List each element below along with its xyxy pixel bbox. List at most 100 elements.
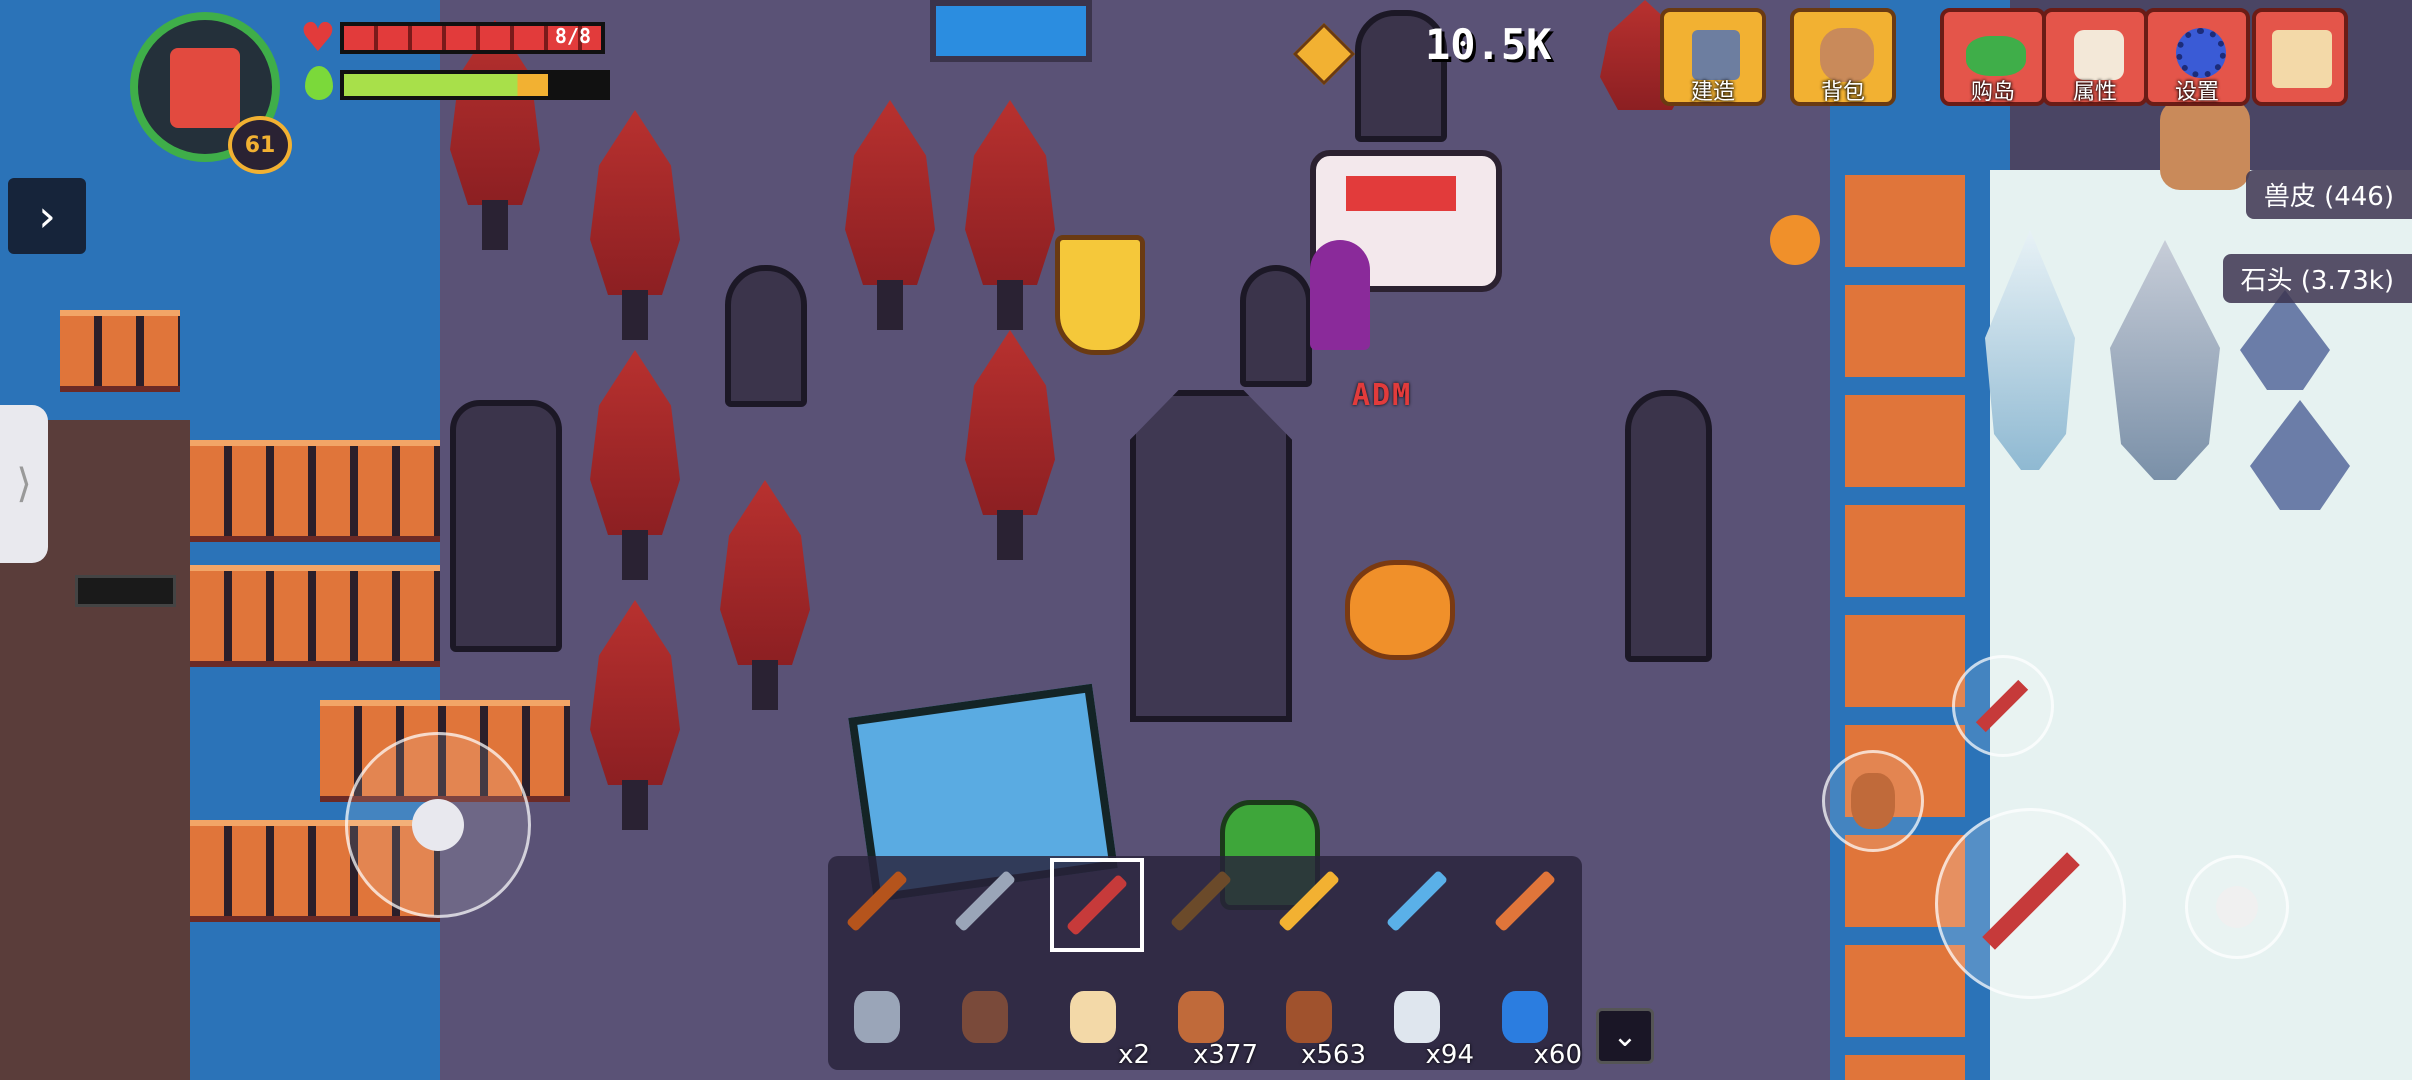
attack-button[interactable] xyxy=(1935,808,2126,999)
map-scroll-button[interactable] xyxy=(2252,8,2348,106)
weapon-slot[interactable] xyxy=(834,858,920,944)
energy-fill xyxy=(344,74,549,96)
item-slot[interactable] xyxy=(834,974,920,1060)
weapon-slot[interactable] xyxy=(1482,858,1568,944)
ice-staff-icon xyxy=(1385,869,1449,933)
backpack-button[interactable]: 背包 xyxy=(1790,8,1896,106)
coin-count: 10.5K xyxy=(1425,20,1552,69)
item-slot[interactable]: x94 xyxy=(1374,974,1474,1070)
red-tree xyxy=(440,20,550,250)
red-tree xyxy=(580,350,690,580)
dodge-button[interactable] xyxy=(2185,855,2289,959)
dash-icon xyxy=(2216,886,2258,928)
gravestone xyxy=(1625,390,1712,662)
health-bar: 8/8 xyxy=(340,22,605,54)
heart-icon: ♥ xyxy=(300,15,336,61)
settings-label: 设置 xyxy=(2174,80,2219,105)
chevron-right-icon: › xyxy=(38,190,56,242)
item-count: x377 xyxy=(1192,1040,1258,1070)
resource-hide-label: 兽皮 (446) xyxy=(2263,182,2394,212)
skull-stats-icon xyxy=(2074,30,2124,80)
item-slot[interactable]: x563 xyxy=(1266,974,1366,1070)
buy-island-label: 购岛 xyxy=(1970,80,2015,105)
item-slot[interactable]: x2 xyxy=(1050,974,1150,1070)
build-button[interactable]: 建造 xyxy=(1660,8,1766,106)
golden-spear-icon xyxy=(1277,869,1341,933)
item-count: x2 xyxy=(1118,1040,1150,1070)
side-drawer-handle[interactable]: ⟩ xyxy=(0,405,48,563)
red-tree xyxy=(710,480,820,710)
build-label: 建造 xyxy=(1690,80,1735,105)
item-slot[interactable]: x60 xyxy=(1482,974,1582,1070)
mini-progress xyxy=(75,575,176,607)
resource-hide: 兽皮 (446) xyxy=(2245,170,2412,219)
item-slot[interactable] xyxy=(942,974,1028,1060)
weapon-slot[interactable] xyxy=(1050,858,1144,952)
weapon-slot[interactable] xyxy=(1158,858,1244,944)
pumpkin[interactable] xyxy=(1345,560,1455,660)
hotbar: x2 x377 x563 x94 x60 ⌄ xyxy=(828,856,1654,1070)
pickaxe-icon xyxy=(845,869,909,933)
fence xyxy=(190,440,440,542)
virtual-joystick[interactable] xyxy=(345,732,531,918)
hammer-icon xyxy=(854,991,900,1043)
sword-icon xyxy=(1975,679,2029,733)
gear-icon xyxy=(2176,28,2226,78)
sword-icon xyxy=(1982,852,2080,950)
item-slot[interactable]: x377 xyxy=(1158,974,1258,1070)
pool xyxy=(930,0,1092,62)
weapon-slot[interactable] xyxy=(1266,858,1352,944)
fence xyxy=(190,565,440,667)
level-text: 61 xyxy=(244,132,276,158)
item-count: x94 xyxy=(1425,1040,1474,1070)
avatar-face-icon xyxy=(170,48,240,128)
chevron-down-icon: ⌄ xyxy=(1612,1018,1638,1054)
pumpkin-sprout[interactable] xyxy=(1770,215,1820,265)
scroll-icon xyxy=(1070,991,1116,1043)
gravestone xyxy=(450,400,562,652)
red-tree xyxy=(580,110,690,340)
energy-bar xyxy=(340,70,610,100)
npc-tag: ADM xyxy=(1352,378,1413,413)
weapon-slot[interactable] xyxy=(1374,858,1460,944)
buy-island-button[interactable]: 购岛 xyxy=(1940,8,2046,106)
red-tree xyxy=(835,100,945,330)
attributes-button[interactable]: 属性 xyxy=(2042,8,2148,106)
chevron-right-icon: ⟩ xyxy=(16,461,32,507)
statue-obelisk xyxy=(1130,390,1292,722)
item-count: x563 xyxy=(1300,1040,1366,1070)
item-count: x60 xyxy=(1533,1040,1582,1070)
top-button-bar: 建造 背包 购岛 属性 设置 xyxy=(1660,8,2412,118)
sword-icon xyxy=(1065,873,1129,937)
joystick-knob[interactable] xyxy=(412,799,464,851)
bomb-icon xyxy=(1502,991,1548,1043)
weapon-slot[interactable] xyxy=(942,858,1028,944)
crossbow-icon xyxy=(1169,869,1233,933)
red-tree xyxy=(580,600,690,830)
weapon-swap-button[interactable] xyxy=(1952,655,2054,757)
shovel-icon xyxy=(953,869,1017,933)
gravestone xyxy=(725,265,807,407)
attributes-label: 属性 xyxy=(2072,80,2117,105)
golden-shield-icon[interactable] xyxy=(1055,235,1145,355)
expand-side-button[interactable]: › xyxy=(8,178,86,254)
meat-icon xyxy=(1178,991,1224,1043)
fire-staff-icon xyxy=(1493,869,1557,933)
health-text: 8/8 xyxy=(554,24,591,48)
red-tree xyxy=(955,330,1065,560)
npc-wizard[interactable] xyxy=(1310,240,1370,350)
bow-icon xyxy=(962,991,1008,1043)
scroll-map-icon xyxy=(2272,30,2332,88)
resource-stone: 石头 (3.73k) xyxy=(2222,254,2412,303)
red-tree xyxy=(955,100,1065,330)
consumable-button[interactable] xyxy=(1822,750,1924,852)
level-badge: 61 xyxy=(228,116,292,174)
settings-button[interactable]: 设置 xyxy=(2144,8,2250,106)
bottle-icon xyxy=(1394,991,1440,1043)
hotbar-expand-button[interactable]: ⌄ xyxy=(1596,1008,1654,1064)
island-icon xyxy=(1966,36,2026,76)
drumstick-icon xyxy=(1286,991,1332,1043)
resource-stone-label: 石头 (3.73k) xyxy=(2240,266,2395,296)
gravestone xyxy=(1240,265,1312,387)
energy-drop-icon xyxy=(305,66,333,100)
